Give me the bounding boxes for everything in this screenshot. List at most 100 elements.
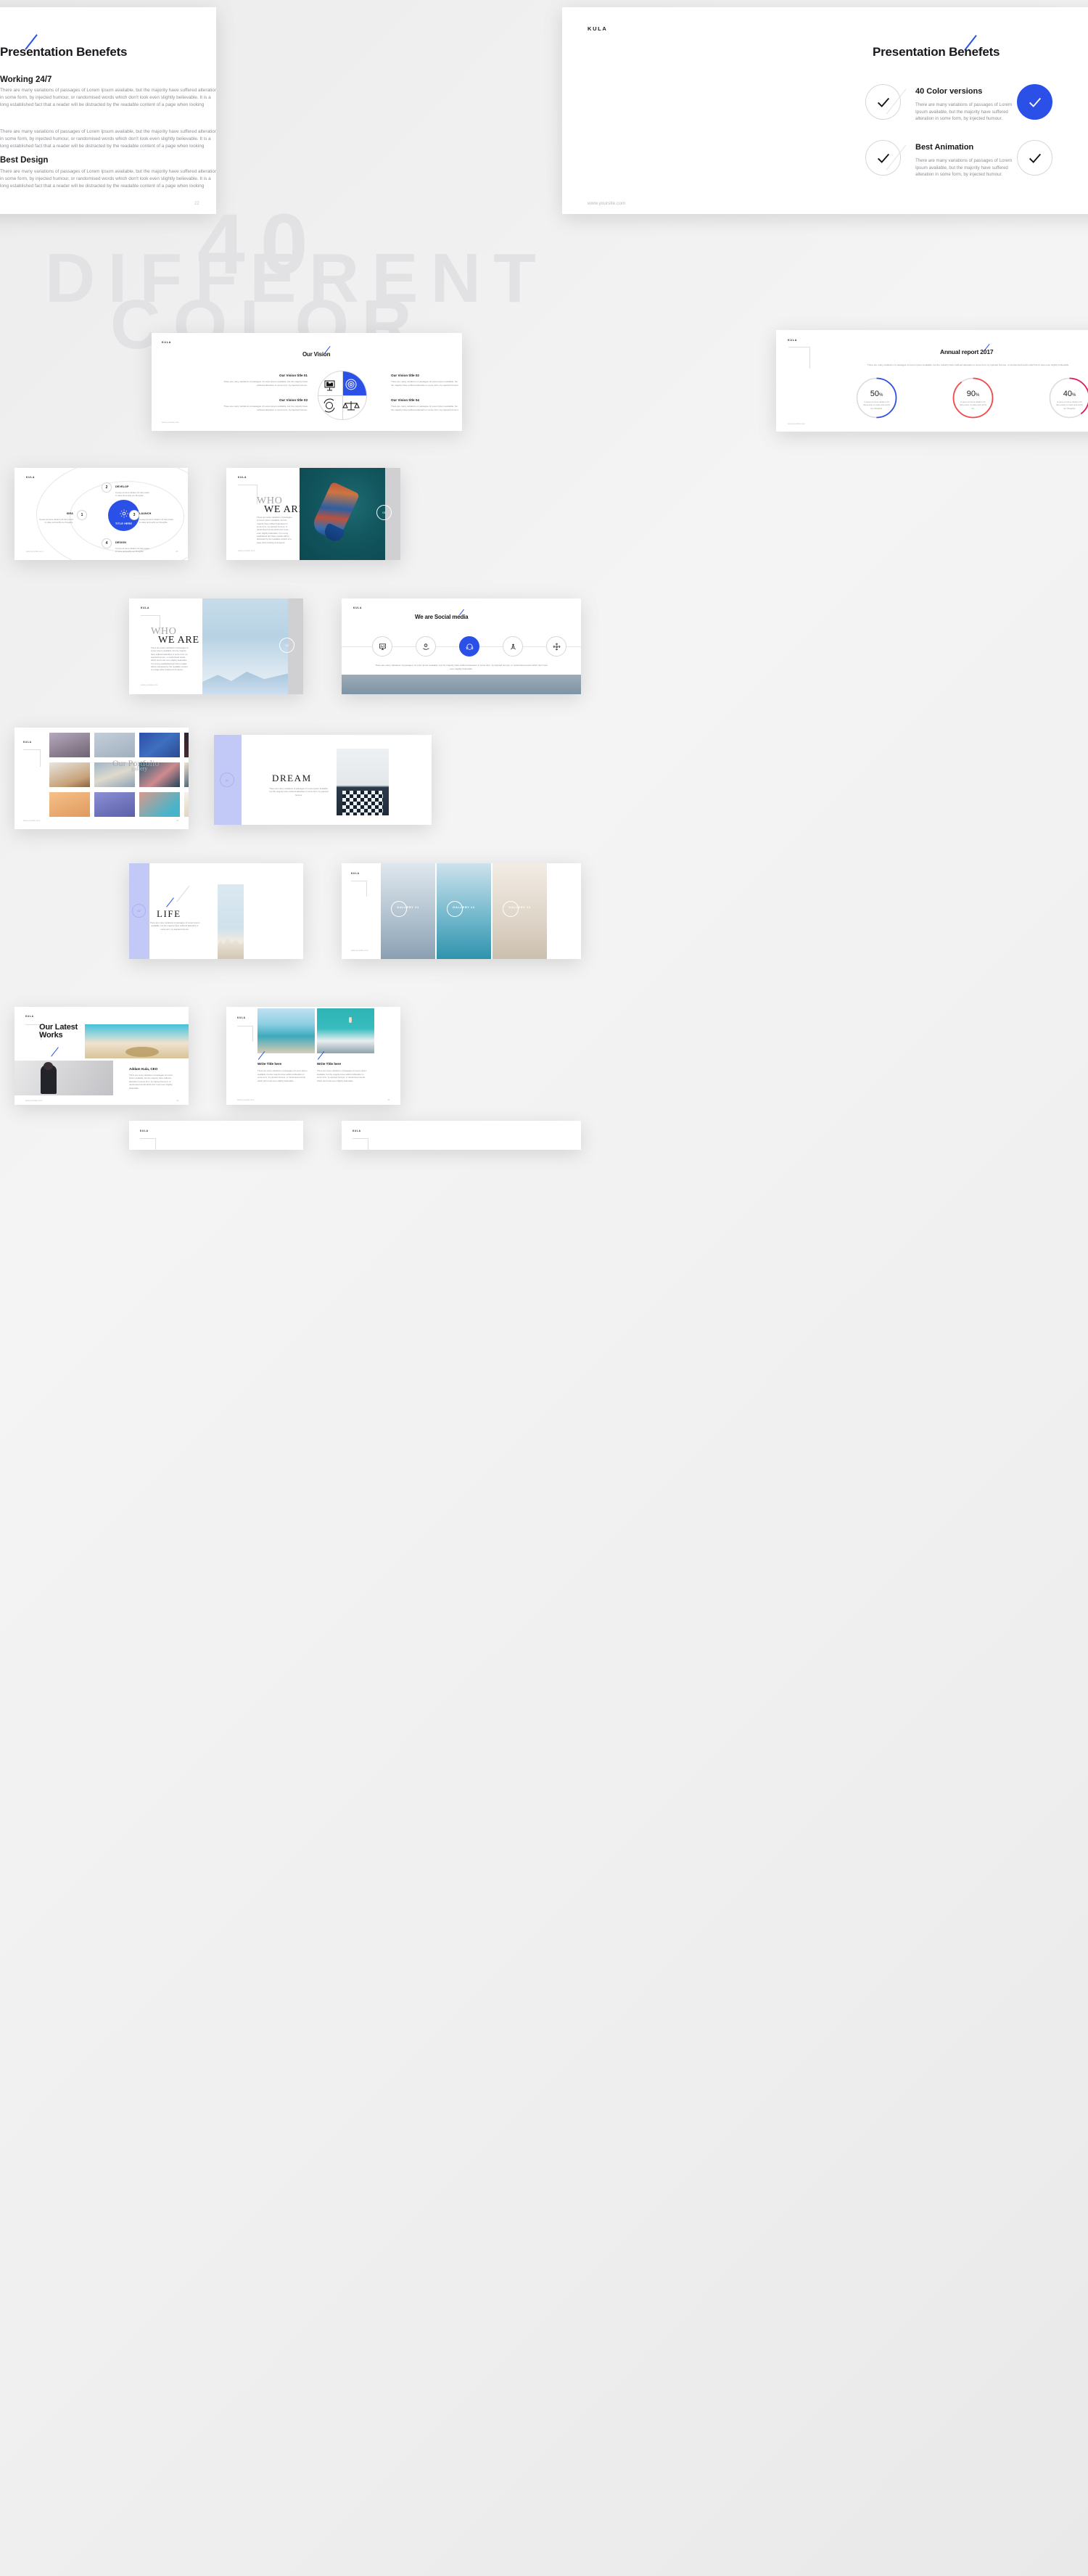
slide-body: There are many variations of passages of… [375,664,548,670]
slide-process-cycle[interactable]: KULA TITLE HERE 2 DEVELOP A peep at some… [15,468,188,560]
donut-value-2: 90% [966,390,980,398]
town-photo [218,884,244,959]
social-icon-1[interactable] [372,636,392,657]
beach-photo-2[interactable] [317,1008,374,1053]
portfolio-thumb-9[interactable] [49,792,90,817]
brand-logo: KULA [141,606,150,609]
slide-gallery[interactable]: KULA GALLERY #1 GALLERY #2 GALLERY #3 ww… [342,863,581,959]
slide-social-media[interactable]: KULA We are Social media $ There are man… [342,598,581,694]
step-number-3: 3 [133,513,136,517]
portfolio-thumb-4[interactable] [184,733,189,757]
brand-logo: KULA [353,606,363,609]
check-circle-2-active[interactable] [1017,84,1052,120]
step-label-4: DESIGN [115,541,127,544]
gallery-label-3: GALLERY #3 [508,905,531,909]
portfolio-thumb-3[interactable] [139,733,180,757]
benefit-heading-3: Best Animation [915,143,974,152]
brand-logo: KULA [351,872,360,875]
bathroom-photo [337,749,389,815]
accent-slash-icon [166,897,174,908]
slide-our-portfolio[interactable]: KULA Our Portfolio gallery www.yoursite.… [15,728,189,829]
slide-title: Our Vision [302,351,331,358]
who-body: There are many variations of passages of… [257,516,292,544]
node-step-1[interactable]: 1 [77,510,87,520]
slide-bottom-peek-right[interactable]: KULA [342,1121,581,1150]
step-body-1: A peep at some distant orb has power to … [39,518,73,524]
page-number: 26 [176,550,178,553]
slide-two-photo-cards[interactable]: KULA Write Title here There are many var… [226,1007,400,1105]
corner-arrow-icon [238,485,257,504]
vision-title-02: Our Vision title 02 [391,374,419,377]
corner-arrow-icon [237,1026,253,1042]
section-heading-1: Working 24/7 [0,75,52,84]
donut-chart-1[interactable]: 50% A peep at some distant orb has power… [856,377,897,419]
benefit-body-3: There are many variations of passages of… [915,158,1013,178]
slide-life[interactable]: 02 LIFE There are many variations of pas… [129,863,303,959]
money-hand-icon: $ [422,643,429,650]
site-url: www.yoursite.com [162,421,180,424]
step-label-1: IDEA [66,512,73,515]
corner-arrow-icon [351,881,367,897]
node-step-4[interactable]: 4 [102,538,112,548]
social-icon-2[interactable]: $ [416,636,436,657]
donut-caption-2: A peep at some distant orb has power to … [959,400,987,410]
section-body-2: There are many variations of passages of… [0,129,216,149]
portfolio-thumb-5[interactable] [49,762,90,787]
slide-latest-works[interactable]: KULA Our Latest Works Addam Kula, CEO Th… [15,1007,189,1105]
beach-photo-1[interactable] [257,1008,315,1053]
vision-body-01: There are many variations of passages of… [223,380,308,387]
section-body-3: There are many variations of passages of… [0,169,216,189]
accent-slash-icon [51,1047,59,1057]
social-icon-4[interactable] [503,636,523,657]
check-circle-4[interactable] [1017,140,1052,176]
gallery-badge-3 [503,901,519,917]
brand-logo: KULA [26,476,36,479]
slide-who-we-are-ship[interactable]: KULA WHO WE ARE There are many variation… [226,468,400,560]
portfolio-thumb-8[interactable] [184,762,189,787]
donut-value-3: 40% [1063,390,1076,398]
slide-bottom-peek-left[interactable]: KULA [129,1121,303,1150]
donut-chart-2[interactable]: 90% A peep at some distant orb has power… [952,377,994,419]
donut-value-1: 50% [870,390,883,398]
person-photo [15,1061,113,1095]
slide-presentation-benefits-left[interactable]: Presentation Benefets Working 24/7 There… [0,7,216,214]
gallery-panel-2[interactable]: GALLERY #2 [437,863,491,959]
latest-title-line2: Works [39,1031,63,1040]
slide-presentation-benefits-right[interactable]: KULA Presentation Benefets 40 Color vers… [562,7,1088,214]
slide-our-vision[interactable]: KULA Our Vision Our Vision title 01 Ther… [152,333,462,431]
slide-title: Presentation Benefets [0,45,128,59]
slide-title: Presentation Benefets [873,45,1000,59]
portfolio-thumb-2[interactable] [94,733,135,757]
node-step-2[interactable]: 2 [102,482,112,493]
site-url: www.yoursite.com [23,819,41,822]
site-url: www.yoursite.com [141,683,158,686]
slide-dream[interactable]: 01 DREAM There are many variations of pa… [214,735,432,825]
step-body-2: A peep at some distant orb has power to … [115,491,149,498]
check-icon [1029,153,1041,163]
gallery-panel-1[interactable]: GALLERY #1 [381,863,435,959]
social-icon-5[interactable] [546,636,566,657]
vision-body-03: There are many variations of passages of… [223,405,308,411]
life-body: There are many variations of passages of… [149,921,200,931]
portfolio-thumb-12[interactable] [184,792,189,817]
portfolio-thumb-10[interactable] [94,792,135,817]
donut-chart-3[interactable]: 40% A peep at some distant orb has power… [1049,377,1088,419]
showcase-page: Presentation Benefets Working 24/7 There… [0,0,1088,2576]
portfolio-thumb-1[interactable] [49,733,90,757]
slide-badge: 02 [279,638,294,653]
brand-logo: KULA [788,339,798,342]
gallery-panel-3[interactable]: GALLERY #3 [493,863,547,959]
slide-who-we-are-ice[interactable]: KULA WHO WE ARE There are many variation… [129,598,303,694]
slide-annual-report[interactable]: KULA Annual report 2017 There are many v… [776,330,1088,432]
portfolio-subtitle: gallery [131,765,148,772]
slide-title: Annual report 2017 [940,348,994,355]
sea-photo-band [342,675,581,694]
portfolio-thumb-11[interactable] [139,792,180,817]
brand-logo: KULA [23,741,32,744]
dream-body: There are many variations of passages of… [269,787,329,797]
social-icon-3-active[interactable] [459,636,479,657]
section-body-1: There are many variations of passages of… [0,88,216,107]
corner-arrow-icon [788,347,810,369]
site-url: www.yoursite.com [588,201,626,206]
node-step-3[interactable]: 3 [129,510,139,520]
